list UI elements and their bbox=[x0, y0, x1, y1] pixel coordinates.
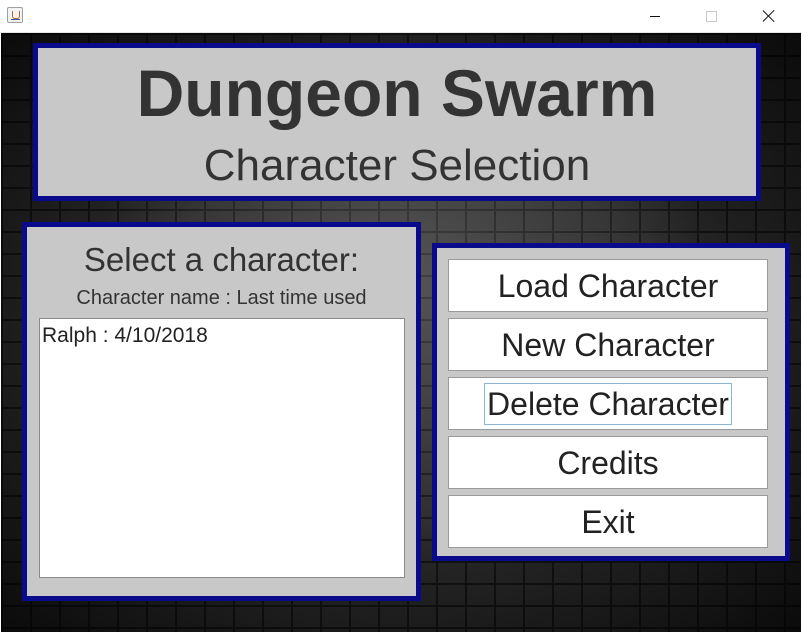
character-select-panel: Select a character: Character name : Las… bbox=[22, 222, 421, 601]
character-list[interactable]: Ralph : 4/10/2018 bbox=[39, 318, 405, 578]
screen-subtitle: Character Selection bbox=[203, 141, 591, 190]
new-character-label: New Character bbox=[501, 326, 715, 363]
load-character-label: Load Character bbox=[497, 267, 719, 304]
maximize-button[interactable] bbox=[688, 0, 734, 32]
minimize-icon bbox=[650, 15, 660, 17]
actions-panel: Load Character New Character Delete Char… bbox=[432, 243, 790, 561]
window-titlebar bbox=[0, 0, 802, 33]
new-character-button[interactable]: New Character bbox=[448, 318, 768, 371]
brick-wall-background: Dungeon Swarm Character Selection Select… bbox=[1, 33, 801, 632]
delete-character-label: Delete Character bbox=[484, 382, 732, 425]
minimize-button[interactable] bbox=[632, 0, 678, 32]
delete-character-button[interactable]: Delete Character bbox=[448, 377, 768, 430]
close-icon bbox=[762, 9, 776, 23]
close-button[interactable] bbox=[746, 0, 792, 32]
list-item[interactable]: Ralph : 4/10/2018 bbox=[42, 324, 208, 348]
list-column-header: Character name : Last time used bbox=[76, 287, 367, 309]
title-panel: Dungeon Swarm Character Selection bbox=[33, 43, 761, 201]
credits-button[interactable]: Credits bbox=[448, 436, 768, 489]
exit-button[interactable]: Exit bbox=[448, 495, 768, 548]
game-title: Dungeon Swarm bbox=[136, 56, 658, 130]
maximize-icon bbox=[705, 10, 717, 22]
java-cup-icon bbox=[7, 7, 23, 23]
load-character-button[interactable]: Load Character bbox=[448, 259, 768, 312]
exit-label: Exit bbox=[581, 503, 635, 540]
select-heading: Select a character: bbox=[83, 241, 360, 278]
credits-label: Credits bbox=[557, 444, 659, 481]
